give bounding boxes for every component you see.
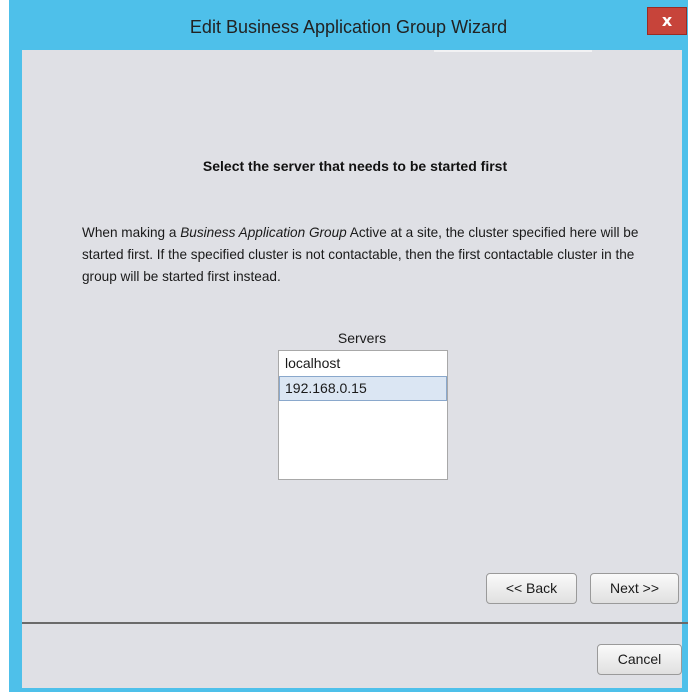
wizard-content: Select the server that needs to be start…	[22, 50, 682, 622]
title-bar[interactable]: Edit Business Application Group Wizard x	[9, 0, 688, 50]
close-button[interactable]: x	[647, 7, 687, 35]
servers-list[interactable]: localhost 192.168.0.15	[278, 350, 448, 480]
description-part1: When making a	[82, 225, 181, 240]
close-icon: x	[661, 11, 673, 30]
servers-label: Servers	[337, 330, 387, 346]
description-italic: Business Application Group	[180, 225, 347, 240]
back-button[interactable]: << Back	[486, 573, 577, 604]
description-text: When making a Business Application Group…	[82, 222, 642, 288]
next-button[interactable]: Next >>	[590, 573, 679, 604]
window-title: Edit Business Application Group Wizard	[189, 17, 508, 37]
list-item-localhost[interactable]: localhost	[279, 351, 447, 376]
tab-notch	[434, 50, 592, 52]
wizard-window: Edit Business Application Group Wizard x…	[9, 0, 688, 692]
cancel-button[interactable]: Cancel	[597, 644, 682, 675]
list-item-192-168-0-15[interactable]: 192.168.0.15	[279, 376, 447, 401]
wizard-footer: Cancel	[22, 624, 682, 688]
page-heading: Select the server that needs to be start…	[202, 158, 508, 174]
window-bottom-border	[9, 688, 688, 692]
